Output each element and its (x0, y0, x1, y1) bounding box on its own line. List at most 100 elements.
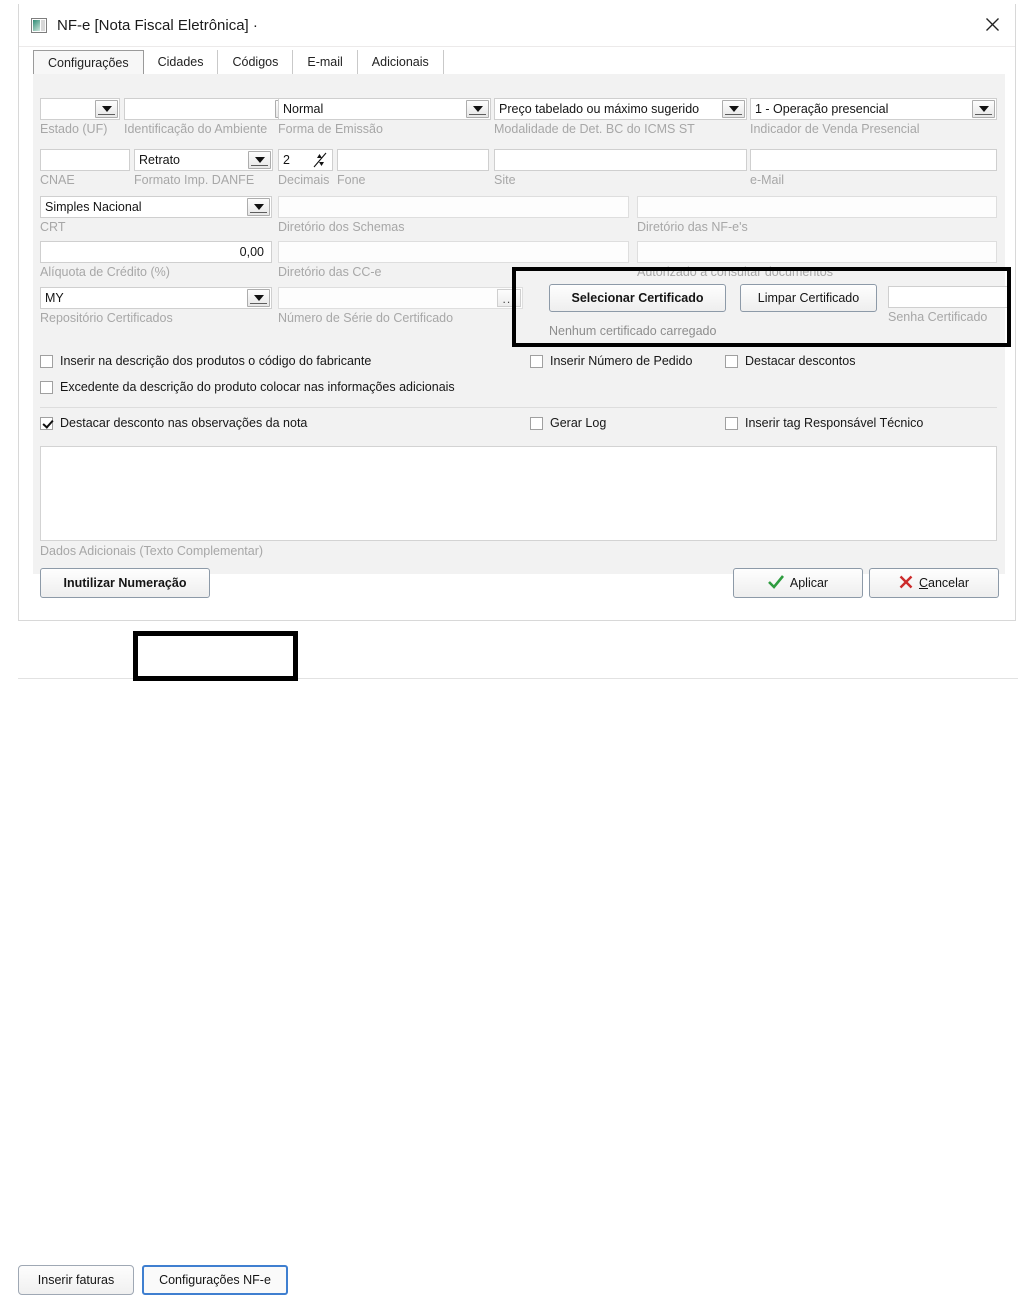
repositorio-certificados-combo[interactable]: MY (40, 287, 272, 309)
crt-combo[interactable]: Simples Nacional (40, 196, 272, 218)
field-fone: Fone (337, 149, 489, 188)
aliquota-credito-input[interactable]: 0,00 (40, 241, 272, 263)
indicador-venda-presencial-combo[interactable]: 1 - Operação presencial (750, 98, 997, 120)
field-modalidade-bc-icms-st: Preço tabelado ou máximo sugerido Modali… (494, 98, 747, 137)
tab-codigos[interactable]: Códigos (218, 50, 293, 74)
field-decimais: 2 Decimais (278, 149, 333, 188)
checkbox-destacar-desconto-observacoes[interactable]: Destacar desconto nas observações da not… (40, 416, 307, 430)
site-input[interactable] (494, 149, 747, 171)
spinner-updown-icon[interactable] (310, 152, 330, 168)
senha-certificado-input[interactable] (888, 286, 1008, 308)
window-titlebar: NF-e [Nota Fiscal Eletrônica] · (19, 4, 1015, 47)
checkbox-box[interactable] (40, 417, 53, 430)
identificacao-ambiente-combo[interactable] (124, 98, 300, 120)
field-estado-uf: Estado (UF) (40, 98, 120, 137)
chevron-down-icon[interactable] (248, 151, 271, 169)
email-input[interactable] (750, 149, 997, 171)
checkbox-destacar-descontos[interactable]: Destacar descontos (725, 354, 855, 368)
modalidade-bc-icms-st-label: Modalidade de Det. BC do ICMS ST (494, 122, 747, 137)
checkbox-label: Gerar Log (550, 416, 606, 430)
chevron-down-icon[interactable] (95, 100, 118, 118)
chevron-down-icon[interactable] (466, 100, 489, 118)
cnae-label: CNAE (40, 173, 130, 188)
repositorio-certificados-value: MY (45, 291, 64, 305)
forma-emissao-label: Forma de Emissão (278, 122, 491, 137)
checkbox-inserir-codigo-fabricante[interactable]: Inserir na descrição dos produtos o códi… (40, 354, 371, 368)
numero-serie-certificado-label: Número de Série do Certificado (278, 311, 523, 326)
dados-adicionais-textarea[interactable] (40, 446, 997, 541)
field-formato-danfe: Retrato Formato Imp. DANFE (134, 149, 273, 188)
decimais-stepper[interactable]: 2 (278, 149, 333, 171)
fone-input[interactable] (337, 149, 489, 171)
field-site: Site (494, 149, 747, 188)
certificado-status-text: Nenhum certificado carregado (549, 324, 716, 338)
modalidade-bc-icms-st-combo[interactable]: Preço tabelado ou máximo sugerido (494, 98, 747, 120)
cancelar-label: Cancelar (919, 576, 969, 590)
estado-uf-label: Estado (UF) (40, 122, 120, 137)
tab-cidades[interactable]: Cidades (144, 50, 219, 74)
browse-ellipsis-icon[interactable]: ... (497, 289, 521, 307)
diretorio-schemas-input[interactable] (278, 196, 629, 218)
chevron-down-icon[interactable] (972, 100, 995, 118)
checkbox-box[interactable] (530, 355, 543, 368)
crt-label: CRT (40, 220, 272, 235)
field-senha-certificado: Senha Certificado (888, 286, 1013, 325)
x-icon (899, 575, 913, 592)
checkbox-inserir-numero-pedido[interactable]: Inserir Número de Pedido (530, 354, 692, 368)
limpar-certificado-button[interactable]: Limpar Certificado (740, 284, 877, 312)
checkbox-box[interactable] (40, 355, 53, 368)
fone-label: Fone (337, 173, 489, 188)
checkbox-box[interactable] (725, 355, 738, 368)
aplicar-button[interactable]: Aplicar (733, 568, 863, 598)
field-identificacao-ambiente: Identificação do Ambiente (124, 98, 300, 137)
bottom-tabbar: Inserir faturas Configurações NF-e (0, 624, 1018, 683)
bottom-tab-inserir-faturas[interactable]: Inserir faturas (18, 1265, 134, 1295)
nfe-settings-window: NF-e [Nota Fiscal Eletrônica] · Configur… (18, 4, 1016, 621)
diretorio-nfes-label: Diretório das NF-e's (637, 220, 997, 235)
diretorio-cce-input[interactable] (278, 241, 629, 263)
formato-danfe-combo[interactable]: Retrato (134, 149, 273, 171)
checkbox-inserir-tag-responsavel-tecnico[interactable]: Inserir tag Responsável Técnico (725, 416, 923, 430)
bottom-tab-configuracoes-nfe[interactable]: Configurações NF-e (142, 1265, 288, 1295)
tab-configuracoes[interactable]: Configurações (33, 50, 144, 75)
diretorio-nfes-input[interactable] (637, 196, 997, 218)
checkbox-label: Inserir tag Responsável Técnico (745, 416, 923, 430)
repositorio-certificados-label: Repositório Certificados (40, 311, 272, 326)
aplicar-label: Aplicar (790, 576, 828, 590)
forma-emissao-combo[interactable]: Normal (278, 98, 491, 120)
formato-danfe-label: Formato Imp. DANFE (134, 173, 273, 188)
inutilizar-numeracao-button[interactable]: Inutilizar Numeração (40, 568, 210, 598)
field-numero-serie-certificado: ... Número de Série do Certificado (278, 287, 523, 326)
email-label: e-Mail (750, 173, 997, 188)
cancelar-button[interactable]: Cancelar (869, 568, 999, 598)
crt-value: Simples Nacional (45, 200, 142, 214)
cnae-input[interactable] (40, 149, 130, 171)
numero-serie-certificado-input[interactable]: ... (278, 287, 523, 309)
dados-adicionais-label: Dados Adicionais (Texto Complementar) (40, 544, 263, 558)
app-window-icon (31, 18, 47, 33)
checkbox-box[interactable] (530, 417, 543, 430)
checkbox-label: Inserir Número de Pedido (550, 354, 692, 368)
decimais-value: 2 (283, 153, 290, 167)
tab-adicionais[interactable]: Adicionais (358, 50, 444, 74)
checkbox-excedente-descricao[interactable]: Excedente da descrição do produto coloca… (40, 380, 455, 394)
checkbox-label: Destacar descontos (745, 354, 855, 368)
close-icon[interactable] (969, 4, 1015, 45)
field-diretorio-nfes: Diretório das NF-e's (637, 196, 997, 235)
decimais-label: Decimais (278, 173, 333, 188)
chevron-down-icon[interactable] (247, 289, 270, 307)
settings-tabstrip[interactable]: Configurações Cidades Códigos E-mail Adi… (33, 48, 1005, 75)
estado-uf-combo[interactable] (40, 98, 120, 120)
autorizado-consultar-input[interactable] (637, 241, 997, 263)
chevron-down-icon[interactable] (247, 198, 270, 216)
chevron-down-icon[interactable] (722, 100, 745, 118)
indicador-venda-presencial-value: 1 - Operação presencial (755, 102, 888, 116)
tab-email[interactable]: E-mail (293, 50, 357, 74)
checkbox-gerar-log[interactable]: Gerar Log (530, 416, 606, 430)
field-repositorio-certificados: MY Repositório Certificados (40, 287, 272, 326)
checkbox-box[interactable] (725, 417, 738, 430)
selecionar-certificado-button[interactable]: Selecionar Certificado (549, 284, 726, 312)
checkbox-box[interactable] (40, 381, 53, 394)
autorizado-consultar-label: Autorizado a consultar documentos (637, 265, 997, 280)
aliquota-credito-label: Alíquota de Crédito (%) (40, 265, 272, 280)
